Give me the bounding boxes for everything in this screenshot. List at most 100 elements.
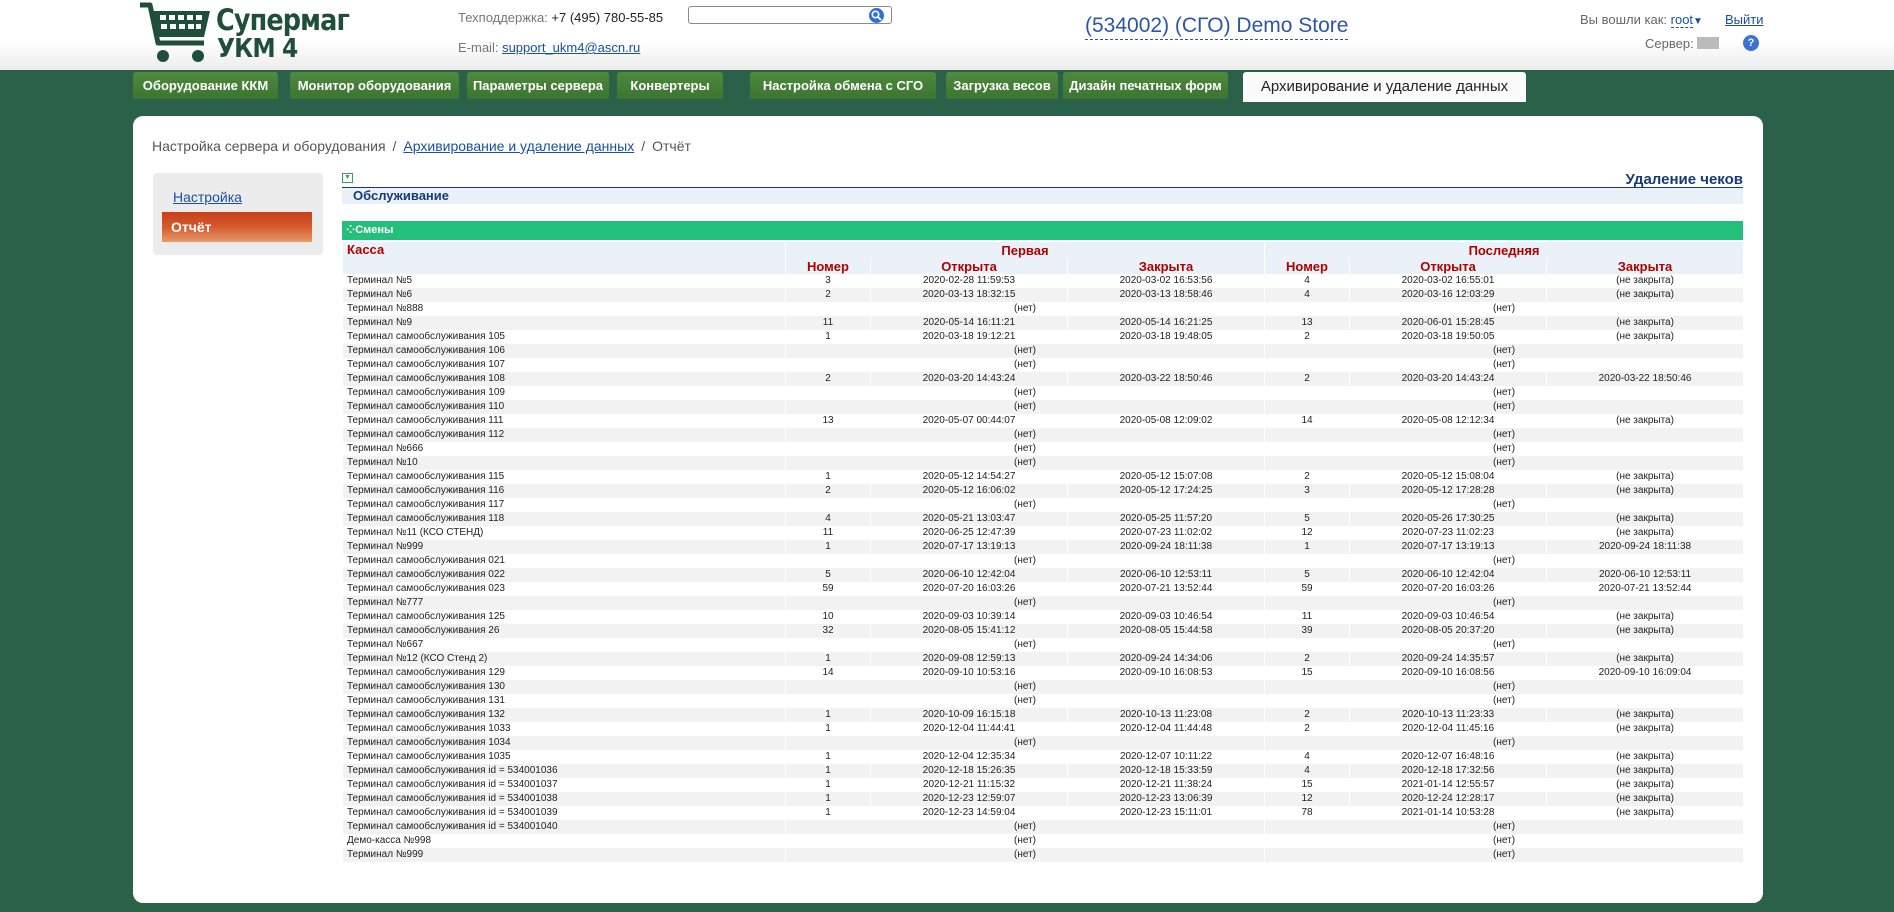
tab-equipment-monitor[interactable]: Монитор оборудования [290, 72, 459, 99]
table-cell: (нет) [1493, 695, 1516, 706]
kassa-name-cell: Терминал самообслуживания 1035 [347, 751, 511, 762]
tab-kkm-equipment[interactable]: Оборудование ККМ [133, 72, 278, 99]
support-email-link[interactable]: support_ukm4@ascn.ru [502, 40, 640, 55]
table-cell: 2020-03-18 19:12:21 [922, 331, 1016, 342]
table-cell: 2020-09-10 16:08:56 [1401, 667, 1495, 678]
table-cell: 2020-12-23 14:59:04 [922, 807, 1016, 818]
logo-product: УКМ 4 [217, 34, 298, 64]
table-cell: (не закрыта) [1547, 484, 1744, 498]
table-cell: 2020-10-09 16:15:18 [871, 708, 1067, 722]
table-row: Терминал №888 (нет) (нет) [343, 302, 1743, 316]
table-cell: 2020-07-17 13:19:13 [1350, 540, 1547, 554]
table-cell: (нет) [1014, 695, 1036, 706]
table-cell: 1 [825, 807, 831, 818]
search-input[interactable] [688, 6, 892, 24]
table-cell: (не закрыта) [1616, 471, 1674, 482]
table-cell: (нет) [1014, 555, 1036, 566]
table-row: Терминал самообслуживания 1034 (нет) (нет) [343, 736, 1744, 750]
logged-as-label: Вы вошли как: [1580, 12, 1668, 27]
kassa-name-cell: Терминал №9 [343, 316, 785, 330]
table-cell: 2020-05-14 16:11:21 [871, 316, 1067, 330]
table-cell: (не закрыта) [1547, 764, 1744, 778]
tab-converters[interactable]: Конвертеры [617, 72, 723, 99]
table-cell: (нет) [786, 736, 1265, 750]
kassa-name-cell: Терминал самообслуживания 108 [343, 372, 785, 386]
tab-sgo-exchange[interactable]: Настройка обмена с СГО [750, 72, 936, 99]
help-icon[interactable]: ? [1743, 35, 1759, 51]
kassa-name-cell: Терминал самообслуживания 1033 [347, 723, 511, 734]
table-cell: 2020-09-08 12:59:13 [871, 652, 1067, 666]
kassa-name-cell: Терминал самообслуживания 022 [343, 568, 785, 582]
table-cell: (не закрыта) [1547, 792, 1744, 806]
chevron-down-icon[interactable]: ▼ [1693, 16, 1703, 27]
tab-scales-loading[interactable]: Загрузка весов [946, 72, 1058, 99]
table-cell: 2020-05-07 00:44:07 [922, 415, 1016, 426]
table-row: Терминал самообслуживания 1033 1 2020-12-0… [343, 722, 1743, 736]
table-row: Терминал самообслуживания 116 2 2020-05-12… [343, 484, 1744, 498]
search-button[interactable] [869, 8, 884, 23]
table-cell: 2020-05-26 17:30:25 [1350, 512, 1547, 526]
table-cell: 2020-05-12 16:06:02 [871, 484, 1067, 498]
table-cell: (не закрыта) [1616, 611, 1674, 622]
table-cell: (не закрыта) [1616, 807, 1674, 818]
table-cell: 13 [822, 415, 834, 426]
table-row: Терминал №12 (КСО Стенд 2) 1 2020-09-08 12… [343, 652, 1744, 666]
table-row: Терминал самообслуживания id = 534001040… [343, 820, 1744, 834]
table-cell: 2020-09-24 14:35:57 [1350, 652, 1547, 666]
table-cell: 2020-12-04 11:45:16 [1401, 723, 1495, 734]
table-cell: (нет) [1493, 303, 1516, 314]
table-cell: (не закрыта) [1547, 316, 1744, 330]
table-cell: (не закрыта) [1547, 288, 1744, 302]
table-row: Терминал №999 1 2020-07-17 13:19:13 2020-09… [343, 540, 1744, 554]
table-cell: 4 [1265, 288, 1350, 302]
col-last-closed: Закрыта [1547, 258, 1744, 274]
nav-item-settings[interactable]: Настройка [173, 189, 242, 205]
table-cell: 2020-12-23 15:11:01 [1119, 807, 1213, 818]
store-title[interactable]: (534002) (СГО) Demo Store [1085, 14, 1349, 40]
logout-link[interactable]: Выйти [1725, 12, 1764, 27]
table-row: Терминал самообслуживания id = 534001038… [343, 792, 1744, 806]
table-cell: (нет) [1014, 835, 1036, 846]
breadcrumb-separator: / [392, 138, 397, 154]
table-cell: 2 [1304, 723, 1310, 734]
table-cell: (нет) [786, 596, 1265, 610]
user-menu[interactable]: root [1670, 12, 1694, 28]
table-cell: 2020-09-10 16:09:04 [1598, 667, 1692, 678]
table-row: Терминал самообслуживания 118 4 2020-05-21… [343, 512, 1744, 526]
col-first-closed: Закрыта [1068, 258, 1265, 274]
table-cell: (нет) [1493, 443, 1516, 454]
table-cell: 2020-03-18 19:48:05 [1119, 331, 1213, 342]
collapse-icon[interactable]: ▼ [342, 173, 353, 183]
breadcrumb-archiving-link[interactable]: Архивирование и удаление данных [403, 138, 634, 154]
tab-server-params[interactable]: Параметры сервера [467, 72, 609, 99]
kassa-name-cell: Терминал самообслуживания 105 [347, 331, 505, 342]
col-first-opened: Открыта [871, 258, 1067, 274]
table-cell: 1 [786, 540, 870, 554]
table-cell: 2 [1265, 708, 1350, 722]
table-cell: 2020-10-13 11:23:08 [1068, 708, 1265, 722]
table-cell: (нет) [1265, 428, 1744, 442]
tab-archiving[interactable]: Архивирование и удаление данных [1243, 72, 1526, 102]
table-cell: 1 [825, 779, 831, 790]
table-cell: 11 [822, 527, 834, 538]
table-cell: 1 [825, 471, 831, 482]
supermag-logo[interactable]: Супермаг УКМ 4 [138, 1, 350, 65]
table-cell: 15 [1301, 667, 1313, 678]
table-cell: 59 [822, 583, 834, 594]
table-cell: (нет) [1493, 387, 1516, 398]
logged-as: Вы вошли как: root▼ [1580, 12, 1703, 28]
table-row: Терминал самообслуживания 023 59 2020-07-2… [343, 582, 1743, 596]
table-cell: (не закрыта) [1616, 723, 1674, 734]
table-cell: 2 [1265, 652, 1350, 666]
table-cell: (не закрыта) [1616, 779, 1674, 790]
table-cell: 12 [1301, 527, 1313, 538]
nav-item-report[interactable]: Отчёт [162, 212, 312, 242]
table-row: Терминал самообслуживания 111 13 2020-05-0… [343, 414, 1743, 428]
table-row: Терминал самообслуживания id = 534001037… [343, 778, 1743, 792]
shifts-header[interactable]: ⁘Смены [342, 221, 1743, 240]
shopping-cart-icon [140, 2, 210, 62]
kassa-name-cell: Терминал самообслуживания 106 [343, 344, 785, 358]
kassa-name-cell: Терминал №10 [343, 456, 785, 470]
tab-print-design[interactable]: Дизайн печатных форм [1063, 72, 1228, 99]
table-row: Терминал самообслуживания 26 32 2020-08-05… [343, 624, 1744, 638]
